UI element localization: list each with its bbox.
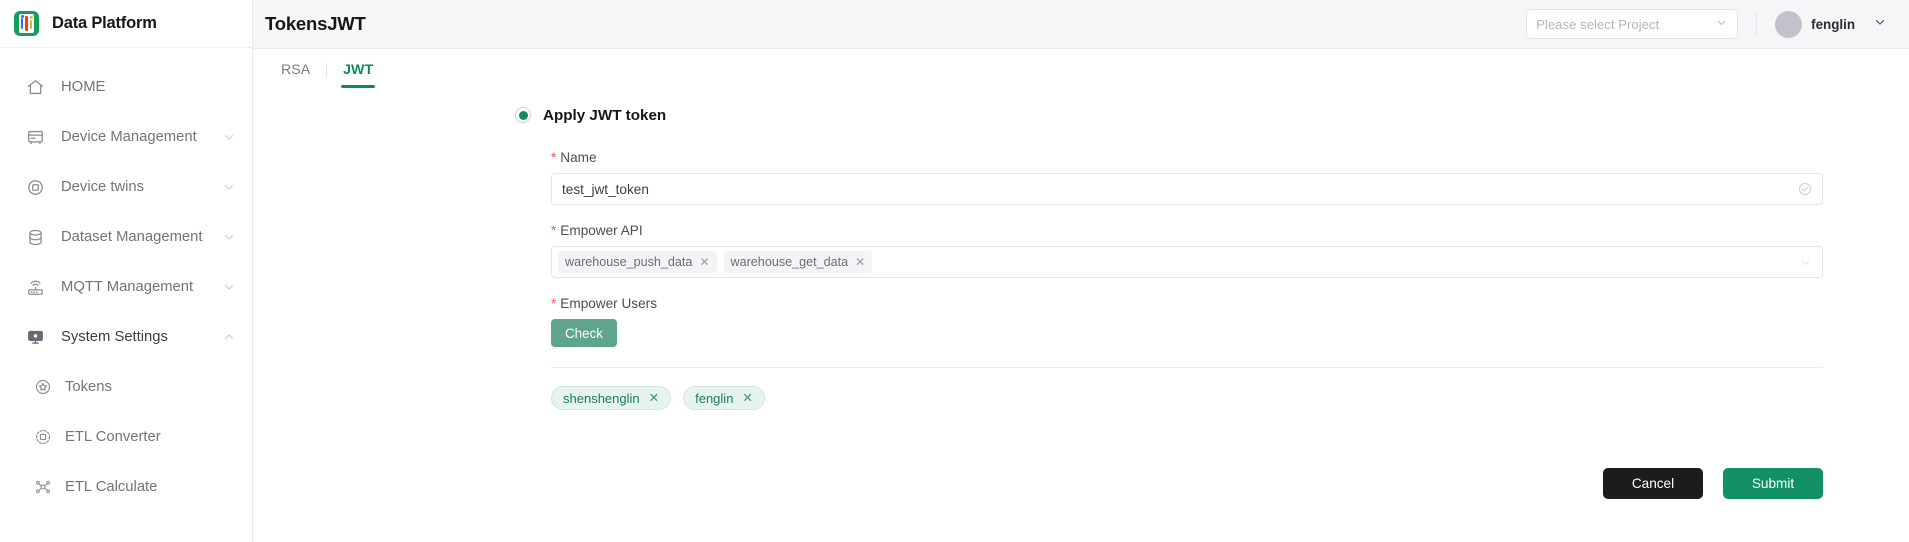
monitor-icon [26,328,45,347]
app-root: Data Platform HOME Device Management Dev… [0,0,1909,542]
sidebar-item-label: Device twins [61,179,145,195]
brand-title: Data Platform [52,14,157,32]
tag-label: warehouse_get_data [730,255,849,269]
user-tag[interactable]: fenglin ✕ [683,386,765,410]
home-icon [26,78,45,97]
project-select[interactable]: Please select Project [1526,9,1739,39]
close-icon[interactable]: ✕ [855,256,865,268]
sidebar: Data Platform HOME Device Management Dev… [0,0,253,542]
field-name: * Name test_jwt_token [253,150,1909,205]
brand[interactable]: Data Platform [0,0,252,48]
submit-button[interactable]: Submit [1723,468,1823,499]
chevron-down-icon [1873,15,1887,34]
check-circle-icon [1798,182,1812,196]
field-label-empower-api: * Empower API [551,223,1823,238]
check-button[interactable]: Check [551,319,617,347]
topbar: TokensJWT Please select Project fenglin [253,0,1909,48]
server-icon [26,128,45,147]
router-icon [26,278,45,297]
tag-label: warehouse_push_data [565,255,693,269]
tag[interactable]: warehouse_push_data ✕ [558,251,717,273]
apply-jwt-token-radio-row[interactable]: Apply JWT token [253,98,1909,132]
sidebar-item-device-twins[interactable]: Device twins [0,162,252,212]
sidebar-item-home[interactable]: HOME [0,62,252,112]
tag[interactable]: warehouse_get_data ✕ [723,251,873,273]
close-icon[interactable]: ✕ [699,256,709,268]
chevron-down-icon[interactable] [222,230,236,244]
tab-label: RSA [281,61,311,78]
sidebar-item-label: Device Management [61,129,197,145]
data-platform-logo-icon [14,11,39,36]
name-input-value: test_jwt_token [562,181,649,197]
field-empower-api: * Empower API warehouse_push_data ✕ wareh… [253,223,1909,278]
tab-jwt[interactable]: JWT [327,49,389,90]
project-select-placeholder: Please select Project [1536,16,1660,32]
user-tag[interactable]: shenshenglin ✕ [551,386,672,410]
star-circle-icon [34,378,52,396]
sidebar-item-etl-converter[interactable]: ETL Converter [0,412,252,462]
chevron-down-icon[interactable] [222,130,236,144]
twins-icon [26,178,45,197]
cancel-button[interactable]: Cancel [1603,468,1703,499]
chevron-down-icon [1715,16,1728,32]
sidebar-item-label: HOME [61,79,106,95]
sidebar-item-label: Dataset Management [61,229,203,245]
database-icon [26,228,45,247]
sidebar-item-label: System Settings [61,329,168,345]
chevron-down-icon[interactable] [222,180,236,194]
empower-api-select[interactable]: warehouse_push_data ✕ warehouse_get_data… [551,246,1823,278]
close-icon[interactable]: ✕ [649,392,659,405]
main-region: TokensJWT Please select Project fenglin [253,0,1909,542]
required-marker: * [551,296,557,311]
avatar [1775,10,1803,38]
user-name: fenglin [1811,16,1855,32]
content-card: RSA JWT Apply JWT token * Name test_jwt_… [253,48,1909,542]
chevron-up-icon[interactable] [222,330,236,344]
label-text: Empower Users [560,296,657,311]
sidebar-nav: HOME Device Management Device twins Data… [0,48,252,512]
sidebar-item-label: ETL Calculate [65,479,158,495]
required-marker: * [551,150,557,165]
form-actions: Cancel Submit [1603,468,1823,499]
user-tag-label: shenshenglin [563,390,640,406]
required-marker: * [551,223,557,238]
sidebar-item-system-settings[interactable]: System Settings [0,312,252,362]
sidebar-item-mqtt-management[interactable]: MQTT Management [0,262,252,312]
tab-rsa[interactable]: RSA [265,49,326,90]
user-tag-label: fenglin [695,390,734,406]
label-text: Empower API [560,223,643,238]
calculate-icon [34,478,52,496]
chevron-down-icon[interactable] [1799,256,1812,269]
empower-users-tag-list: shenshenglin ✕ fenglin ✕ [253,386,1909,410]
radio-button[interactable] [515,107,531,123]
sidebar-item-label: ETL Converter [65,429,161,445]
name-input[interactable]: test_jwt_token [551,173,1823,205]
label-text: Name [560,150,597,165]
field-label-empower-users: * Empower Users [551,296,1823,311]
field-label-name: * Name [551,150,1823,165]
sidebar-item-device-management[interactable]: Device Management [0,112,252,162]
close-icon[interactable]: ✕ [742,392,752,405]
converter-icon [34,428,52,446]
sidebar-item-label: Tokens [65,379,112,395]
section-divider [551,367,1823,368]
topbar-divider [1756,11,1758,37]
sidebar-item-dataset-management[interactable]: Dataset Management [0,212,252,262]
sidebar-item-label: MQTT Management [61,279,194,295]
radio-label: Apply JWT token [543,106,667,124]
sidebar-item-etl-calculate[interactable]: ETL Calculate [0,462,252,512]
page-title: TokensJWT [265,13,366,34]
sidebar-item-tokens[interactable]: Tokens [0,362,252,412]
tab-bar: RSA JWT [253,49,1909,90]
chevron-down-icon[interactable] [222,280,236,294]
user-menu[interactable]: fenglin [1775,10,1887,38]
tab-label: JWT [343,61,374,78]
topbar-right: Please select Project fenglin [1526,9,1887,39]
field-empower-users: * Empower Users Check [253,296,1909,347]
